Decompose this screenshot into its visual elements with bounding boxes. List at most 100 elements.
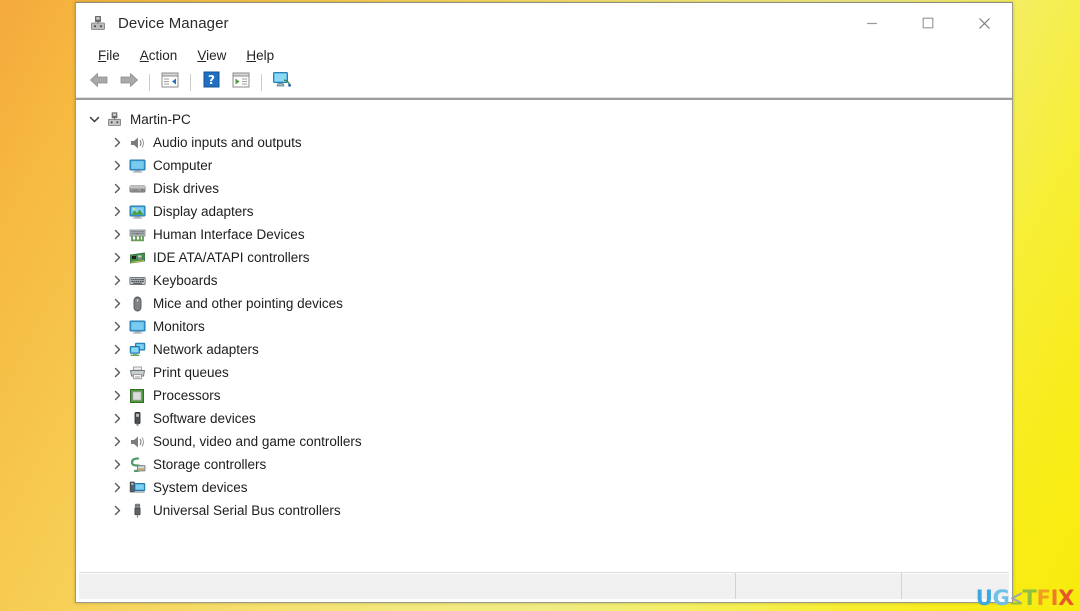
status-bar-panel-left <box>79 573 735 599</box>
tree-item-label: Computer <box>153 158 213 173</box>
tree-item-label: Storage controllers <box>153 457 267 472</box>
tree-item-computer[interactable]: Computer <box>76 154 1012 177</box>
tree-item-label: Display adapters <box>153 204 254 219</box>
computer-tower-icon <box>103 111 125 128</box>
watermark-letter-x: X <box>1058 586 1074 610</box>
close-button[interactable] <box>956 3 1012 43</box>
tree-item-monitors[interactable]: Monitors <box>76 315 1012 338</box>
tree-item-keyboards[interactable]: Keyboards <box>76 269 1012 292</box>
forward-button[interactable] <box>114 69 144 95</box>
tree-item-ide-ata-atapi-controllers[interactable]: IDE ATA/ATAPI controllers <box>76 246 1012 269</box>
minimize-button[interactable] <box>844 3 900 43</box>
keyboard-icon <box>126 273 148 289</box>
menu-item-action[interactable]: Action <box>130 46 188 65</box>
monitor-icon <box>126 158 148 174</box>
network-adapter-icon <box>126 342 148 358</box>
chevron-right-icon[interactable] <box>108 298 126 309</box>
properties-button[interactable] <box>226 69 256 95</box>
help-button[interactable]: ? <box>196 69 226 95</box>
tree-item-human-interface-devices[interactable]: Human Interface Devices <box>76 223 1012 246</box>
menu-item-help[interactable]: Help <box>236 46 284 65</box>
menu-accel-file: F <box>98 48 107 63</box>
menu-item-view[interactable]: View <box>187 46 236 65</box>
chevron-right-icon[interactable] <box>108 183 126 194</box>
ide-controller-icon <box>126 250 148 266</box>
tree-item-label: Keyboards <box>153 273 218 288</box>
status-bar <box>79 572 1009 599</box>
chevron-right-icon[interactable] <box>108 413 126 424</box>
tree-item-universal-serial-bus-controllers[interactable]: Universal Serial Bus controllers <box>76 499 1012 522</box>
help-icon: ? <box>203 71 220 93</box>
tree-item-label: Audio inputs and outputs <box>153 135 302 150</box>
menu-bar: File Action View Help <box>76 43 1012 68</box>
speaker-icon <box>126 135 148 151</box>
scan-hardware-icon <box>272 71 292 93</box>
back-icon <box>89 72 109 93</box>
tree-item-processors[interactable]: Processors <box>76 384 1012 407</box>
maximize-button[interactable] <box>900 3 956 43</box>
tree-item-display-adapters[interactable]: Display adapters <box>76 200 1012 223</box>
menu-item-file[interactable]: File <box>88 46 130 65</box>
tree-root-item[interactable]: Martin-PC <box>76 108 1012 131</box>
chevron-right-icon[interactable] <box>108 459 126 470</box>
chevron-right-icon[interactable] <box>108 206 126 217</box>
monitor-icon <box>126 319 148 335</box>
menu-rest-file: ile <box>106 48 120 63</box>
properties-icon <box>232 72 250 93</box>
toolbar-separator-3 <box>261 73 262 91</box>
chevron-right-icon[interactable] <box>108 505 126 516</box>
chevron-down-icon[interactable] <box>85 114 103 125</box>
window-controls <box>844 3 1012 43</box>
toolbar-separator-2 <box>190 73 191 91</box>
chevron-right-icon[interactable] <box>108 390 126 401</box>
processor-icon <box>126 388 148 404</box>
menu-rest-action: ction <box>148 48 178 63</box>
printer-icon <box>126 365 148 381</box>
device-tree: Martin-PC Audio inputs and outputs Compu… <box>76 100 1012 572</box>
tree-item-label: Human Interface Devices <box>153 227 305 242</box>
device-manager-window: Device Manager File Action View Help ? M… <box>75 2 1013 603</box>
chevron-right-icon[interactable] <box>108 344 126 355</box>
scan-hardware-button[interactable] <box>267 69 297 95</box>
back-button[interactable] <box>84 69 114 95</box>
system-device-icon <box>126 480 148 496</box>
chevron-right-icon[interactable] <box>108 229 126 240</box>
tree-item-label: Processors <box>153 388 221 403</box>
watermark-letter-i: I <box>1050 586 1059 610</box>
tree-item-print-queues[interactable]: Print queues <box>76 361 1012 384</box>
watermark-letter-f: F <box>1036 586 1051 610</box>
tree-item-system-devices[interactable]: System devices <box>76 476 1012 499</box>
tree-item-disk-drives[interactable]: Disk drives <box>76 177 1012 200</box>
tree-item-label: Software devices <box>153 411 256 426</box>
forward-icon <box>119 72 139 93</box>
toolbar: ? <box>76 68 1012 97</box>
tree-item-software-devices[interactable]: Software devices <box>76 407 1012 430</box>
show-hide-tree-button[interactable] <box>155 69 185 95</box>
ugetfix-watermark: U G T F I X <box>976 586 1075 610</box>
tree-item-label: Disk drives <box>153 181 220 196</box>
tree-item-label: Network adapters <box>153 342 259 357</box>
tree-item-network-adapters[interactable]: Network adapters <box>76 338 1012 361</box>
storage-controller-icon <box>126 456 148 473</box>
chevron-right-icon[interactable] <box>108 160 126 171</box>
watermark-letter-g: G <box>992 586 1010 610</box>
usb-controller-icon <box>126 503 148 519</box>
chevron-right-icon[interactable] <box>108 137 126 148</box>
chevron-right-icon[interactable] <box>108 482 126 493</box>
tree-item-sound-video-and-game-controllers[interactable]: Sound, video and game controllers <box>76 430 1012 453</box>
disk-drive-icon <box>126 181 148 197</box>
chevron-right-icon[interactable] <box>108 367 126 378</box>
chevron-right-icon[interactable] <box>108 436 126 447</box>
tree-item-storage-controllers[interactable]: Storage controllers <box>76 453 1012 476</box>
display-adapter-icon <box>126 204 148 220</box>
sound-controller-icon <box>126 434 148 450</box>
tree-item-label: System devices <box>153 480 248 495</box>
tree-item-mice-and-other-pointing-devices[interactable]: Mice and other pointing devices <box>76 292 1012 315</box>
watermark-letter-e <box>1009 591 1024 606</box>
chevron-right-icon[interactable] <box>108 252 126 263</box>
chevron-right-icon[interactable] <box>108 321 126 332</box>
title-bar: Device Manager <box>76 3 1012 43</box>
svg-text:?: ? <box>208 73 215 87</box>
tree-item-audio-inputs-and-outputs[interactable]: Audio inputs and outputs <box>76 131 1012 154</box>
chevron-right-icon[interactable] <box>108 275 126 286</box>
